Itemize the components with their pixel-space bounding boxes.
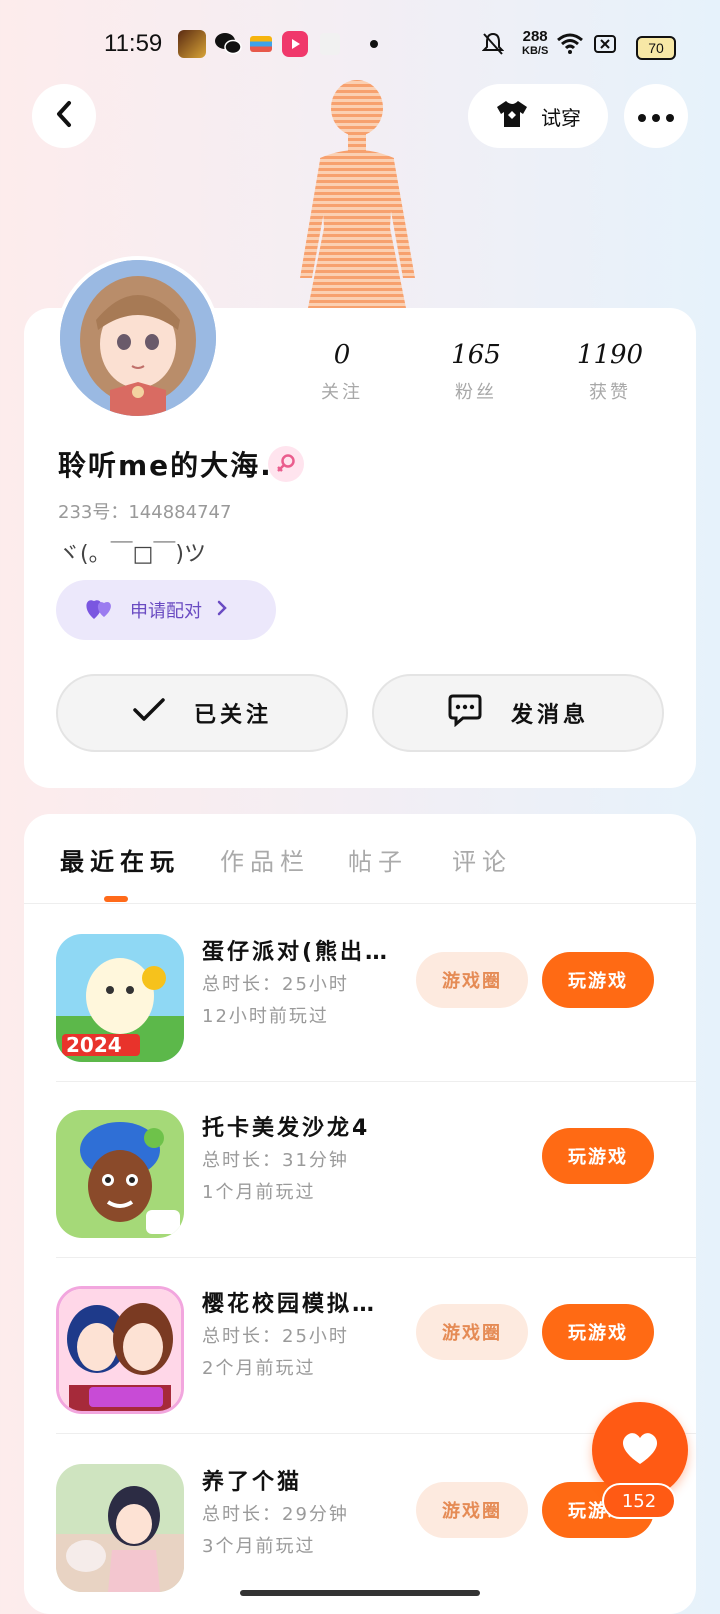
- game-last-played: 1个月前玩过: [202, 1182, 316, 1203]
- game-circle-button[interactable]: 游戏圈: [416, 1482, 528, 1538]
- play-game-button[interactable]: 玩游戏: [542, 952, 654, 1008]
- game-last-played: 12小时前玩过: [202, 1006, 329, 1027]
- request-pair-button[interactable]: 申请配对: [56, 580, 276, 640]
- game-duration: 总时长：25小时: [202, 974, 349, 995]
- svg-text:2024: 2024: [66, 1033, 122, 1057]
- game-title: 养了个猫: [202, 1470, 303, 1495]
- game-title: 托卡美发沙龙4: [202, 1116, 371, 1141]
- game-last-played: 2个月前玩过: [202, 1358, 316, 1379]
- tab-recently-played[interactable]: 最近在玩: [60, 842, 180, 877]
- tab-comments[interactable]: 评论: [452, 842, 512, 877]
- game-duration: 总时长：31分钟: [202, 1150, 349, 1171]
- battery-indicator: 70: [636, 36, 676, 60]
- stat-fans[interactable]: 165 粉丝: [416, 340, 536, 404]
- network-speed-unit: KB/S: [522, 45, 549, 57]
- network-speed: 288 KB/S: [522, 28, 549, 58]
- no-sim-icon: [594, 35, 616, 57]
- try-on-button[interactable]: 试穿: [468, 84, 608, 148]
- stat-fans-value: 165: [451, 340, 501, 370]
- mute-bell-icon: [481, 32, 505, 60]
- game-icon-sakura-school: [56, 1286, 184, 1414]
- back-button[interactable]: [32, 84, 96, 148]
- female-gender-icon: [268, 446, 304, 482]
- active-tab-indicator: [104, 896, 128, 902]
- user-name: 聆听me的大海.: [58, 449, 273, 482]
- more-options-button[interactable]: [624, 84, 688, 148]
- game-duration: 总时长：25小时: [202, 1326, 349, 1347]
- user-bio: ヾ(。￣□￣)ツ: [58, 542, 206, 567]
- stat-likes[interactable]: 1190 获赞: [550, 340, 670, 404]
- dressup-figure: [290, 78, 425, 308]
- stat-following[interactable]: 0 关注: [282, 340, 402, 404]
- wechat-icon: [214, 31, 242, 61]
- tab-works[interactable]: 作品栏: [220, 842, 310, 877]
- game-row[interactable]: 2024 蛋仔派对(熊出… 总时长：25小时 12小时前玩过 游戏圈 玩游戏: [24, 906, 696, 1082]
- like-count-badge: 152: [602, 1483, 676, 1519]
- stat-fans-label: 粉丝: [455, 382, 497, 403]
- game-icon-toca-hair-salon: [56, 1110, 184, 1238]
- followed-button[interactable]: 已关注: [56, 674, 348, 752]
- play-game-button[interactable]: 玩游戏: [542, 1128, 654, 1184]
- send-message-button[interactable]: 发消息: [372, 674, 664, 752]
- stat-following-label: 关注: [321, 382, 363, 403]
- tshirt-icon: [495, 99, 529, 134]
- home-indicator[interactable]: [240, 1590, 480, 1596]
- network-speed-value: 288: [522, 28, 548, 45]
- hearts-icon: [84, 595, 116, 626]
- followed-label: 已关注: [193, 703, 272, 728]
- game-row[interactable]: 托卡美发沙龙4 总时长：31分钟 1个月前玩过 玩游戏: [24, 1082, 696, 1258]
- video-app-icon: [282, 31, 308, 57]
- game-duration: 总时长：29分钟: [202, 1504, 349, 1525]
- chevron-right-icon: [216, 599, 228, 622]
- status-bar: 11:59 288 KB/S 70: [0, 0, 720, 90]
- game-icon-eggy-party: 2024: [56, 934, 184, 1062]
- request-pair-label: 申请配对: [130, 601, 202, 622]
- wifi-icon: [556, 32, 584, 58]
- game-circle-button[interactable]: 游戏圈: [416, 1304, 528, 1360]
- status-time: 11:59: [104, 30, 163, 57]
- game-title: 樱花校园模拟…: [202, 1292, 378, 1317]
- stat-likes-label: 获赞: [589, 382, 631, 403]
- tabs-divider: [24, 903, 696, 904]
- heart-icon: [620, 1430, 660, 1470]
- game-app-icon: [178, 30, 206, 58]
- user-id: 233号：144884747: [58, 502, 232, 523]
- more-dots-icon: [638, 107, 674, 126]
- chevron-left-icon: [53, 99, 75, 133]
- game-icon-cat-raising: [56, 1464, 184, 1592]
- user-avatar[interactable]: [56, 256, 220, 420]
- try-on-label: 试穿: [541, 105, 581, 130]
- send-message-label: 发消息: [510, 703, 589, 728]
- stat-likes-value: 1190: [576, 340, 644, 370]
- notification-dot: [370, 40, 378, 48]
- play-game-button[interactable]: 玩游戏: [542, 1304, 654, 1360]
- calendar-icon: [320, 33, 340, 55]
- game-circle-button[interactable]: 游戏圈: [416, 952, 528, 1008]
- stat-following-value: 0: [333, 340, 351, 370]
- tab-posts[interactable]: 帖子: [348, 842, 408, 877]
- game-title: 蛋仔派对(熊出…: [202, 940, 391, 965]
- checkmark-icon: [132, 697, 166, 729]
- game-last-played: 3个月前玩过: [202, 1536, 316, 1557]
- game-row[interactable]: 樱花校园模拟… 总时长：25小时 2个月前玩过 游戏圈 玩游戏: [24, 1258, 696, 1434]
- chat-bubble-icon: [447, 693, 483, 733]
- wallet-icon: [250, 36, 272, 52]
